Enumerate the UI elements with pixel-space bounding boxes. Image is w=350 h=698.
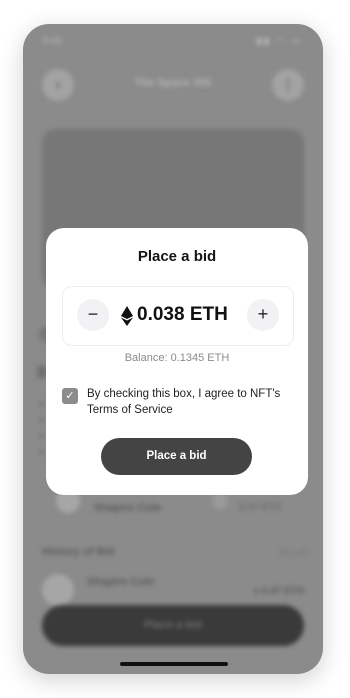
ethereum-icon [121,306,133,326]
checkmark-icon: ✓ [65,390,75,402]
back-button[interactable]: ‹ [42,69,74,101]
bid-amount-value: 0.038 ETH [137,304,228,325]
balance-text: Balance: 0.1345 ETH [124,352,230,364]
history-bid-amount: ♦ 0.47 ETH [253,586,304,597]
bidder-name: Shapire Cole [94,502,162,514]
see-all-link[interactable]: See all [278,547,306,557]
eth-icon [212,493,228,509]
page-title: The Space 305 [134,77,212,89]
place-bid-modal: Place a bid − 0.038 ETH + Balance: 0.134… [46,228,308,495]
place-bid-button[interactable]: Place a bid [101,438,252,475]
status-time: 9:41 [43,36,63,47]
avatar [42,574,74,606]
bid-amount: 0.47 ETH [239,502,282,513]
status-bar: 9:41 ▮▮ ◠ ▭ [43,36,303,50]
history-title: History of Bid [42,546,115,558]
more-options-button[interactable]: ⋮ [272,69,304,101]
terms-checkbox[interactable]: ✓ [62,388,78,404]
status-icons: ▮▮ ◠ ▭ [256,36,303,47]
history-bidder-name: Shapire Cole [87,576,155,588]
place-bid-bottom-button[interactable]: Place a bid [42,605,304,646]
decrease-button[interactable]: − [77,299,109,331]
modal-title: Place a bid [137,248,217,265]
increase-button[interactable]: + [247,299,279,331]
terms-label: By checking this box, I agree to NFT's T… [87,388,281,416]
bid-amount-stepper: − 0.038 ETH + [62,286,294,346]
home-indicator [120,662,228,666]
description-placeholder [39,402,45,472]
